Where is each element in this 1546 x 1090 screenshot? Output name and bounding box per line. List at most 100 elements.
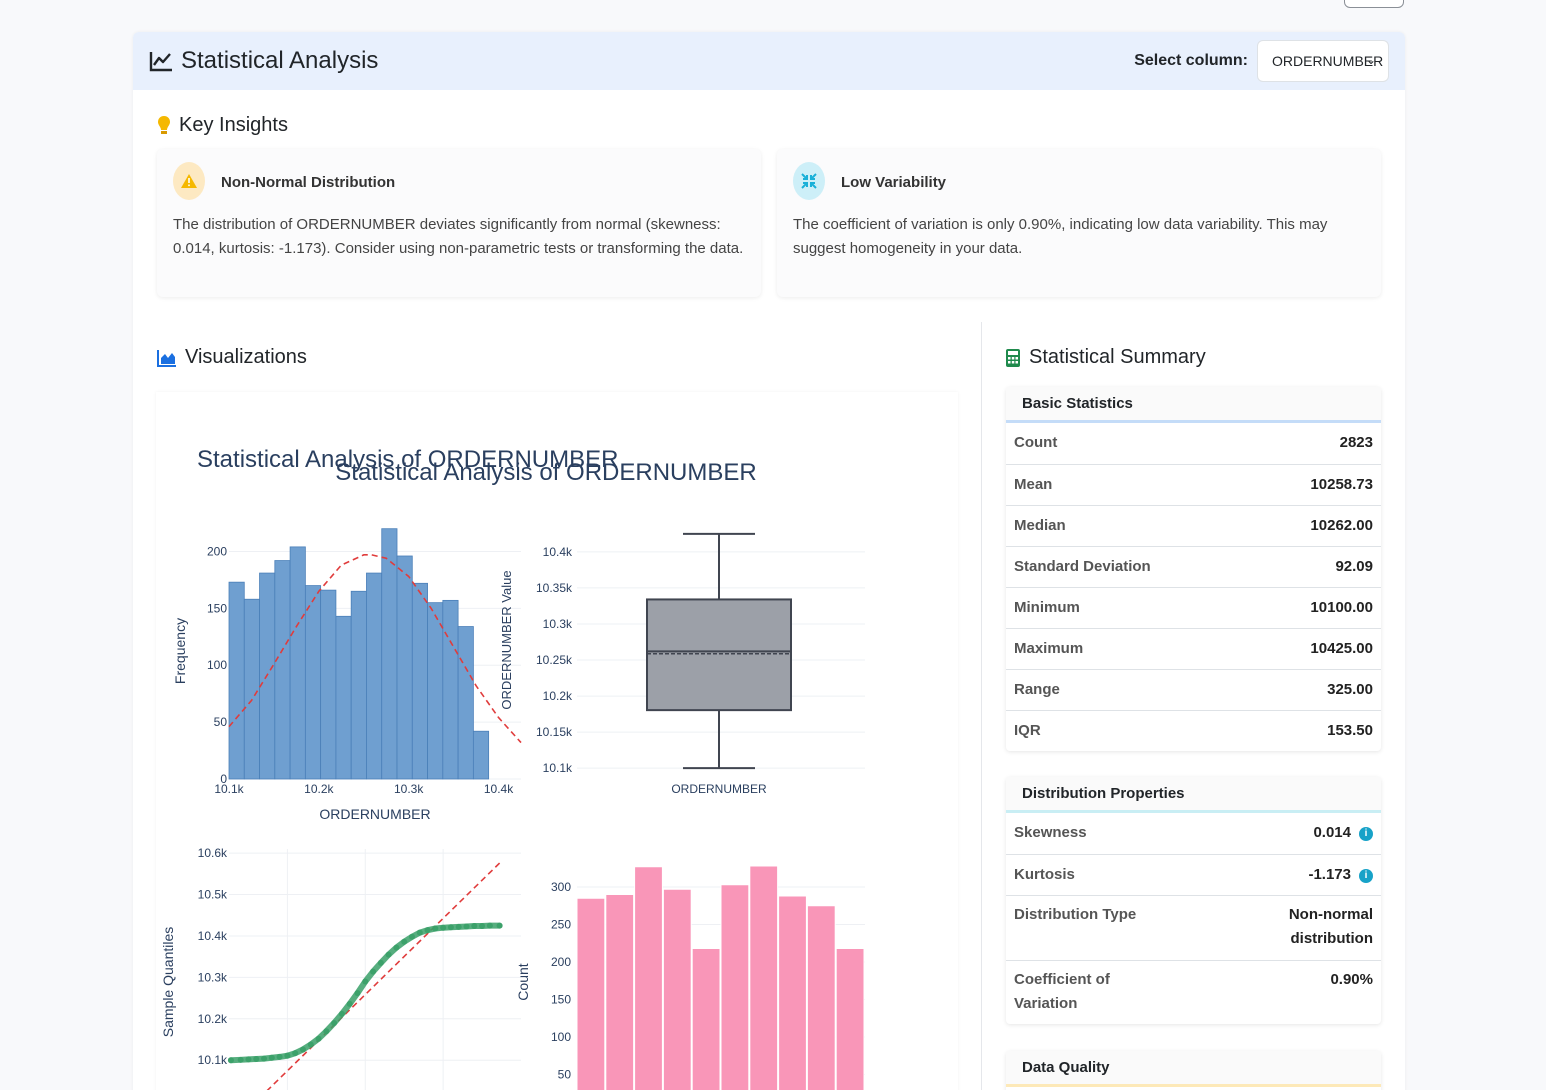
histogram-bar bbox=[320, 589, 337, 780]
y-tick-label: 100 bbox=[207, 658, 227, 672]
column-select[interactable]: ORDERNUMBER ⌄ bbox=[1257, 40, 1389, 82]
stat-label: Standard Deviation bbox=[1014, 558, 1151, 575]
stat-row: Maximum 10425.00 bbox=[1006, 628, 1381, 669]
qq-point bbox=[440, 924, 447, 931]
qq-point bbox=[463, 923, 470, 930]
calculator-icon bbox=[1006, 348, 1020, 367]
stat-row-kurtosis: Kurtosis -1.173 i bbox=[1006, 854, 1381, 895]
x-tick-label: ORDERNUMBER bbox=[671, 782, 767, 796]
column-divider bbox=[981, 322, 982, 1090]
histogram-bar bbox=[381, 528, 398, 780]
insight-card-non-normal: Non-Normal Distribution The distribution… bbox=[157, 149, 761, 297]
stat-row: Standard Deviation 92.09 bbox=[1006, 546, 1381, 587]
y-tick-label: 10.35k bbox=[536, 581, 573, 595]
y-tick-label: 50 bbox=[558, 1068, 572, 1082]
stat-value: 0.90% bbox=[1330, 971, 1373, 988]
stat-value: 10100.00 bbox=[1310, 599, 1373, 616]
chart-title: Statistical Analysis of ORDERNUMBER bbox=[335, 459, 756, 486]
column-selector: Select column: ORDERNUMBER ⌄ bbox=[1134, 40, 1389, 82]
qq-point bbox=[401, 938, 408, 945]
qq-point bbox=[424, 927, 431, 934]
insight-title: Low Variability bbox=[841, 174, 947, 191]
stat-row-distribution-type: Distribution Type Non-normal distribution bbox=[1006, 895, 1381, 960]
y-tick-label: 10.3k bbox=[198, 970, 228, 984]
stat-label: Distribution Type bbox=[1014, 906, 1137, 923]
stat-value-line1: Non-normal bbox=[1288, 906, 1373, 923]
top-button[interactable] bbox=[1344, 0, 1404, 8]
qq-point bbox=[471, 923, 478, 930]
qq-point bbox=[276, 1053, 283, 1060]
distribution-properties-card: Distribution Properties Skewness 0.014 i … bbox=[1006, 777, 1381, 1024]
insight-icon-wrap bbox=[173, 162, 205, 200]
count-bar bbox=[835, 948, 865, 1090]
y-tick-label: 10.4k bbox=[543, 545, 573, 559]
stat-value: 2823 bbox=[1339, 434, 1373, 451]
stat-row-coefficient-of-variation: Coefficient of Variation 0.90% bbox=[1006, 960, 1381, 1024]
y-tick-label: 150 bbox=[551, 993, 571, 1007]
stat-row: IQR 153.50 bbox=[1006, 710, 1381, 751]
y-tick-label: 10.2k bbox=[543, 689, 573, 703]
warning-icon bbox=[181, 174, 197, 188]
stat-row: Median 10262.00 bbox=[1006, 505, 1381, 546]
stat-label: Maximum bbox=[1014, 640, 1084, 657]
info-icon[interactable]: i bbox=[1359, 869, 1373, 883]
x-tick-label: 10.2k bbox=[304, 782, 334, 796]
chart-line-icon bbox=[149, 52, 172, 72]
y-tick-label: 10.1k bbox=[198, 1053, 228, 1067]
basic-statistics-rows: Count 2823 Mean 10258.73 Median 10262.00 Stand… bbox=[1006, 423, 1381, 751]
visualizations-heading: Visualizations bbox=[157, 346, 307, 369]
qq-point bbox=[346, 1000, 353, 1007]
stat-label: Mean bbox=[1014, 476, 1053, 493]
qq-point bbox=[315, 1035, 322, 1042]
stat-value: 0.014 bbox=[1313, 824, 1351, 841]
stat-label: Median bbox=[1014, 517, 1066, 534]
qq-point bbox=[253, 1055, 260, 1062]
stat-label: Kurtosis bbox=[1014, 866, 1075, 883]
plot-container: Statistical Analysis of ORDERNUMBER Stati… bbox=[156, 392, 958, 1090]
card-header: Statistical Analysis Select column: ORDE… bbox=[133, 32, 1405, 90]
qq-point bbox=[292, 1050, 299, 1057]
qq-point bbox=[486, 922, 493, 929]
histogram-bar bbox=[243, 598, 260, 780]
y-axis-label: ORDERNUMBER Value bbox=[499, 570, 514, 709]
stat-value-line2: distribution bbox=[1290, 930, 1374, 947]
qq-point bbox=[284, 1052, 291, 1059]
y-tick-label: 50 bbox=[214, 715, 228, 729]
chevron-down-icon: ⌄ bbox=[1365, 53, 1376, 67]
y-tick-label: 10.4k bbox=[198, 929, 228, 943]
insight-text: The coefficient of variation is only 0.9… bbox=[793, 216, 1328, 257]
stat-label-line2: Variation bbox=[1014, 995, 1078, 1012]
qq-point bbox=[268, 1054, 275, 1061]
insight-card-low-variability: Low Variability The coefficient of varia… bbox=[777, 149, 1381, 297]
count-bar bbox=[720, 884, 750, 1090]
count-bar bbox=[634, 866, 663, 1090]
y-tick-label: 10.3k bbox=[543, 617, 573, 631]
y-tick-label: 10.2k bbox=[198, 1012, 228, 1026]
histogram-bar bbox=[442, 599, 459, 780]
histogram-bar bbox=[289, 546, 306, 780]
x-tick-label: 10.3k bbox=[394, 782, 424, 796]
qq-point bbox=[362, 978, 369, 985]
count-bar bbox=[605, 894, 635, 1090]
distribution-properties-title: Distribution Properties bbox=[1006, 777, 1381, 813]
qq-point bbox=[370, 968, 377, 975]
stat-label: Count bbox=[1014, 434, 1058, 451]
qq-point bbox=[307, 1041, 314, 1048]
qq-point bbox=[393, 944, 400, 951]
stat-row: Mean 10258.73 bbox=[1006, 464, 1381, 505]
qq-point bbox=[408, 933, 415, 940]
compress-icon bbox=[801, 173, 817, 189]
count-bar bbox=[662, 888, 692, 1090]
y-tick-label: 10.6k bbox=[198, 846, 228, 860]
info-icon[interactable]: i bbox=[1359, 827, 1373, 841]
count-bar bbox=[749, 865, 779, 1090]
stat-label: Range bbox=[1014, 681, 1060, 698]
histogram-bar bbox=[472, 730, 490, 780]
y-tick-label: 300 bbox=[551, 880, 571, 894]
x-tick-label: 10.4k bbox=[484, 782, 514, 796]
qq-point bbox=[338, 1010, 345, 1017]
basic-statistics-card: Basic Statistics Count 2823 Mean 10258.73 Me… bbox=[1006, 387, 1381, 751]
stat-label: Skewness bbox=[1014, 824, 1087, 841]
count-bar bbox=[778, 895, 807, 1090]
stat-row: Count 2823 bbox=[1006, 423, 1381, 464]
